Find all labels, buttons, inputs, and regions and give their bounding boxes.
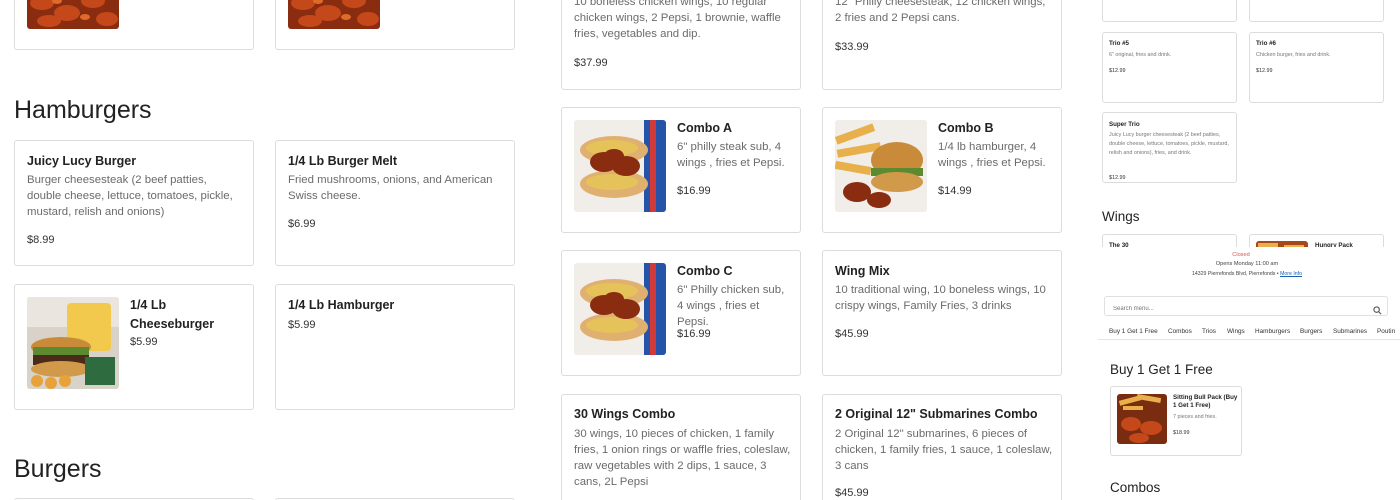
item-price: $16.99 [677,328,711,340]
search-input[interactable] [1105,300,1355,318]
menu-item-hamburger[interactable]: 1/4 Lb Hamburger $5.99 [275,284,515,410]
address: 14329 Pierrefonds Blvd, Pierrefonds • [1192,271,1279,277]
menu-item-super-trio[interactable]: Super Trio Juicy Lucy burger cheesesteak… [1102,112,1237,183]
nav-hamburgers[interactable]: Hamburgers [1255,328,1290,335]
item-description: 6" Philly chicken sub, 4 wings , fries e… [677,284,785,328]
menu-item-combo-b[interactable]: Combo B 1/4 lb hamburger, 4 wings , frie… [822,107,1062,233]
menu-item-combo-c[interactable]: Combo C 6" Philly chicken sub, 4 wings ,… [561,250,801,376]
search-icon[interactable] [1373,302,1382,315]
menu-card-partial-1[interactable] [14,0,254,50]
restaurant-header-overlay: Closed Opens Monday 11:00 am 14329 Pierr… [1098,247,1400,340]
wings-image [288,0,380,29]
item-name: 1/4 Lb Burger Melt [288,154,398,168]
item-description: Chicken burger, fries and drink. [1256,52,1331,58]
item-name: 1/4 Lb Hamburger [288,298,395,312]
item-name: Super Trio [1109,121,1140,128]
item-description: Juicy Lucy burger cheesesteak (2 beef pa… [1109,132,1229,156]
item-name: Trio #5 [1109,40,1129,47]
nav-combos[interactable]: Combos [1168,328,1192,335]
opening-hours: Opens Monday 11:00 am [1215,261,1279,267]
menu-item-sitting-bull[interactable]: Sitting Bull Pack (Buy 1 Get 1 Free) 7 p… [1110,386,1242,456]
search-bar [1104,296,1388,318]
sitting-bull-image [1117,394,1167,444]
item-price: $5.99 [288,319,316,331]
section-title-hamburgers: Hamburgers [14,96,152,124]
item-description: 10 boneless chicken wings, 10 regular ch… [574,0,781,40]
item-name: Trio #6 [1256,40,1276,47]
nav-buy1get1[interactable]: Buy 1 Get 1 Free [1109,328,1158,335]
item-description: 12" Philly cheesesteak, 12 chicken wings… [835,0,1046,24]
nav-burgers[interactable]: Burgers [1300,328,1322,335]
combo-image [574,120,666,212]
section-title-bogo: Buy 1 Get 1 Free [1110,362,1213,377]
item-price: $14.99 [938,185,972,197]
menu-item-submarines-combo[interactable]: 2 Original 12" Submarines Combo 2 Origin… [822,394,1062,500]
nav-trios[interactable]: Trios [1202,328,1216,335]
menu-item-combo-top-2[interactable]: 12" Philly cheesesteak, 12 chicken wings… [822,0,1062,90]
nav-divider [1098,339,1400,340]
section-title-combos: Combos [1110,480,1161,495]
item-name: 30 Wings Combo [574,407,676,421]
combo-image [574,263,666,355]
item-price: $12.99 [1109,175,1126,181]
item-description: 2 Original 12" submarines, 6 pieces of c… [835,428,1053,472]
more-info-link[interactable]: More Info [1280,271,1302,277]
menu-card-partial-2[interactable] [275,0,515,50]
menu-item-trio-6[interactable]: Trio #6 Chicken burger, fries and drink.… [1249,32,1384,103]
section-title-burgers: Burgers [14,455,102,483]
item-description: Burger cheesesteak (2 beef patties, doub… [27,174,233,218]
item-name: 1/4 Lb Cheeseburger [130,298,215,331]
item-description: 6" philly steak sub, 4 wings , fries et … [677,141,785,169]
wings-image [27,0,119,29]
item-description: 6" original, fries and drink. [1109,52,1172,58]
item-name: Sitting Bull Pack (Buy 1 Get 1 Free) [1173,394,1238,409]
section-title-wings: Wings [1102,209,1140,224]
menu-item-trio-5[interactable]: Trio #5 6" original, fries and drink. $1… [1102,32,1237,103]
menu-item-juicy-lucy[interactable]: Juicy Lucy Burger Burger cheesesteak (2 … [14,140,254,266]
status-closed: Closed [1232,252,1250,258]
nav-wings[interactable]: Wings [1227,328,1245,335]
item-price: $12.99 [1256,68,1273,74]
item-description: 1/4 lb hamburger, 4 wings , fries et Pep… [938,141,1046,169]
item-name: Combo A [677,121,733,135]
menu-item-wing-mix[interactable]: Wing Mix 10 traditional wing, 10 boneles… [822,250,1062,376]
item-description: 7 pieces and fries. [1173,414,1217,420]
item-price: $45.99 [835,487,869,499]
trio-card-partial-2[interactable] [1249,0,1384,22]
menu-item-combo-a[interactable]: Combo A 6" philly steak sub, 4 wings , f… [561,107,801,233]
item-name: Juicy Lucy Burger [27,154,137,168]
cheeseburger-image [27,297,119,389]
address-line: 14329 Pierrefonds Blvd, Pierrefonds • Mo… [1098,271,1396,277]
nav-poutine[interactable]: Poutin [1377,328,1395,335]
item-price: $18.99 [1173,430,1190,436]
item-price: $37.99 [574,57,608,69]
nav-submarines[interactable]: Submarines [1333,328,1367,335]
item-price: $5.99 [130,336,158,348]
combo-image [835,120,927,212]
item-price: $16.99 [677,185,711,197]
trio-card-partial-1[interactable] [1102,0,1237,22]
item-name: 2 Original 12" Submarines Combo [835,407,1038,421]
item-price: $8.99 [27,234,55,246]
item-description: 30 wings, 10 pieces of chicken, 1 family… [574,428,791,488]
menu-item-burger-melt[interactable]: 1/4 Lb Burger Melt Fried mushrooms, onio… [275,140,515,266]
item-price: $33.99 [835,41,869,53]
item-name: Combo B [938,121,994,135]
menu-item-combo-top-1[interactable]: 10 boneless chicken wings, 10 regular ch… [561,0,801,90]
menu-item-30-wings-combo[interactable]: 30 Wings Combo 30 wings, 10 pieces of ch… [561,394,801,500]
item-name: Combo C [677,264,733,278]
item-description: Fried mushrooms, onions, and American Sw… [288,174,493,202]
item-price: $6.99 [288,218,316,230]
item-name: Wing Mix [835,264,890,278]
item-price: $12.99 [1109,68,1126,74]
item-description: 10 traditional wing, 10 boneless wings, … [835,284,1046,312]
menu-item-cheeseburger[interactable]: 1/4 Lb Cheeseburger $5.99 [14,284,254,410]
item-price: $45.99 [835,328,869,340]
